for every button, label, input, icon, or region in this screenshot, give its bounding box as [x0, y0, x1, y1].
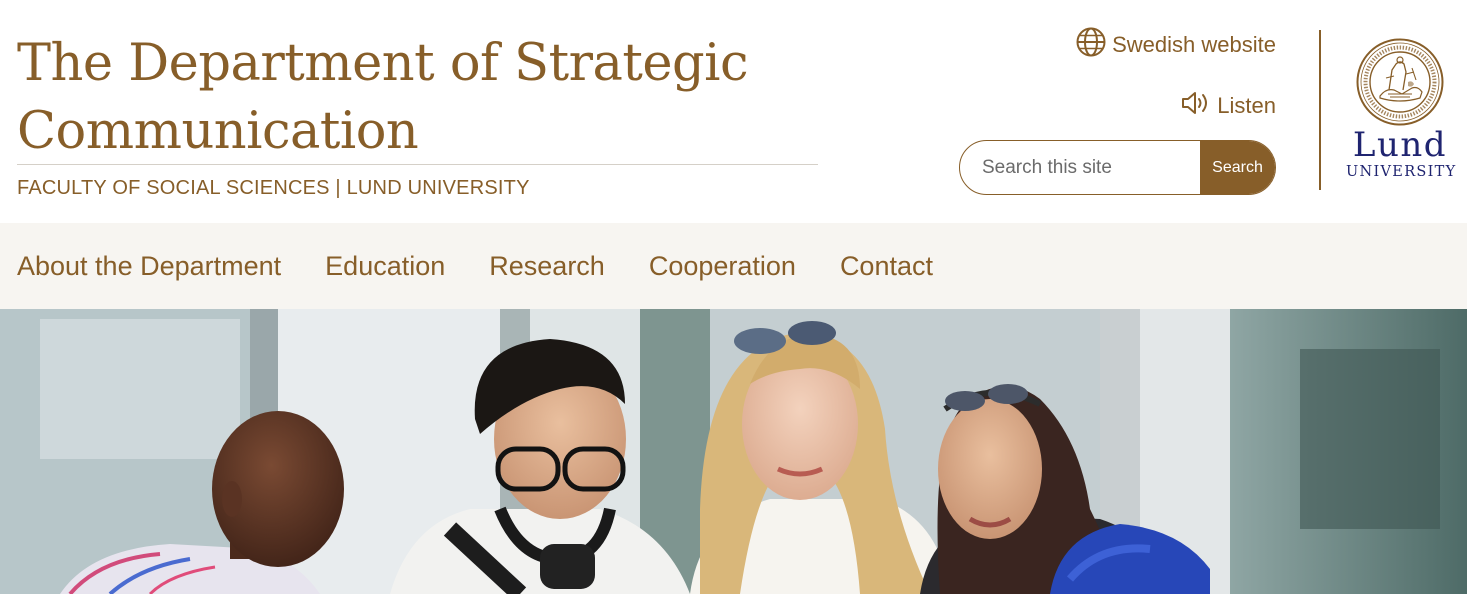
- site-header: The Department of Strategic Communicatio…: [0, 0, 1467, 223]
- search-input[interactable]: [960, 141, 1200, 194]
- search-form: Search: [959, 140, 1276, 195]
- students-photo: [0, 309, 1467, 594]
- hero-image: [0, 309, 1467, 594]
- title-divider: [17, 164, 818, 165]
- listen-button[interactable]: Listen: [1181, 89, 1276, 123]
- speaker-icon: [1181, 90, 1211, 122]
- nav-item-research[interactable]: Research: [489, 251, 605, 282]
- nav-item-cooperation[interactable]: Cooperation: [649, 251, 796, 282]
- swedish-website-label: Swedish website: [1112, 32, 1276, 57]
- main-navigation: About the Department Education Research …: [0, 223, 1467, 309]
- globe-icon: [1076, 27, 1106, 63]
- faculty-link[interactable]: FACULTY OF SOCIAL SCIENCES | LUND UNIVER…: [17, 175, 530, 201]
- site-title[interactable]: The Department of Strategic Communicatio…: [17, 30, 797, 166]
- logo-wordmark: Lund: [1352, 125, 1448, 165]
- header-divider: [1319, 30, 1321, 190]
- nav-item-contact[interactable]: Contact: [840, 251, 933, 282]
- search-button[interactable]: Search: [1200, 141, 1275, 194]
- nav-item-education[interactable]: Education: [325, 251, 445, 282]
- swedish-website-link[interactable]: Swedish website: [1076, 27, 1276, 63]
- logo-subline: University: [1346, 164, 1457, 180]
- university-seal-icon: [1356, 38, 1444, 126]
- nav-item-about[interactable]: About the Department: [17, 251, 281, 282]
- lund-university-logo[interactable]: Lund University: [1346, 38, 1457, 183]
- listen-label: Listen: [1217, 93, 1276, 118]
